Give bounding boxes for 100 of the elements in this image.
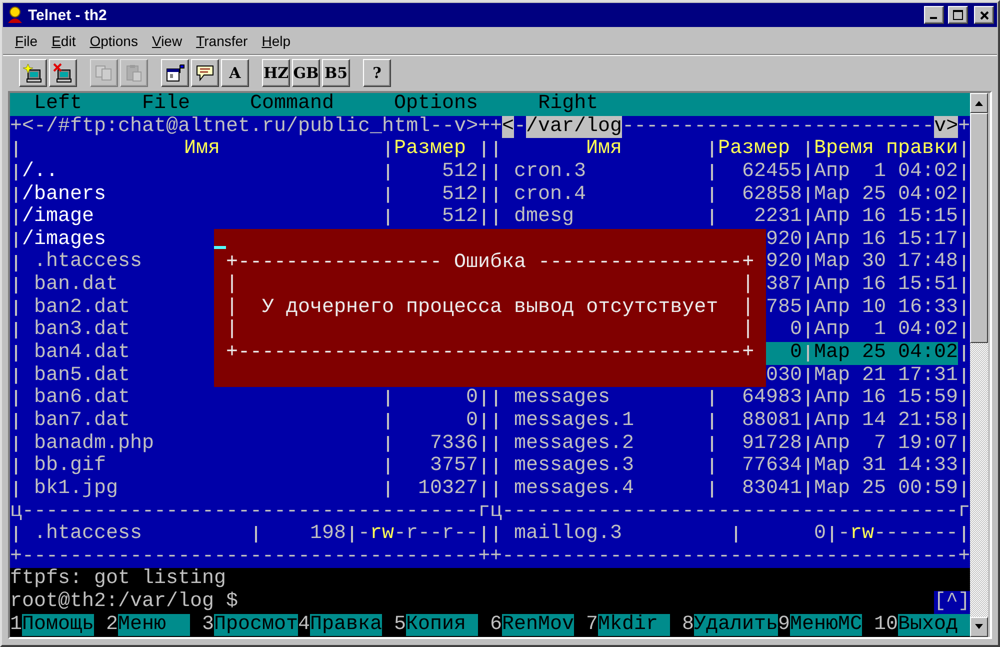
menu-item[interactable]: View [148,32,186,48]
key-number: 2 [106,614,118,636]
panel-title-text[interactable]: /var/log [526,116,622,138]
directory-name: /images [22,228,106,252]
permissions-text: rw [370,523,394,546]
panel-title-text[interactable]: < [502,116,514,138]
toolbar-button[interactable] [49,59,77,87]
function-key[interactable]: Меню [118,614,190,636]
dialog-border: +----------------- [226,252,442,274]
toolbar-button[interactable] [19,59,47,87]
toolbar-button[interactable]: GB [292,59,320,87]
file-size: 10327 [418,478,478,501]
function-key[interactable]: Помощь [22,614,94,636]
file-name: messages.2 [513,432,634,456]
permissions-text: rw [850,523,874,546]
menu-item[interactable]: Right [538,93,598,116]
status-file-size: 0 [814,523,826,546]
menu-item[interactable]: File [142,93,190,116]
file-size: 920 [766,228,802,252]
dialog-border: | [742,319,754,342]
status-file-name: .htaccess [33,523,142,546]
file-size: 512 [442,160,478,184]
file-size: 0 [466,387,478,410]
permissions-text: ------- [874,523,958,546]
minimize-button[interactable] [924,6,944,24]
user-icon [6,6,24,24]
file-name: bk1.jpg [33,478,118,501]
toolbar-button[interactable] [191,59,219,87]
scroll-up-button[interactable] [970,93,988,113]
column-header: Время правки [814,138,958,161]
file-date: Апр 1 04:02 [814,160,958,184]
file-name: messages.4 [513,478,634,501]
prompt-text: root@th2:/var/log $ [10,591,238,614]
toolbar-button[interactable]: B5 [322,59,350,87]
monitor-star-icon [23,63,43,83]
window-flag-icon [165,63,185,83]
file-date: Мар 25 04:02 [814,184,958,206]
function-key[interactable]: Просмот [214,614,298,636]
file-size: 88081 [742,410,802,433]
toolbar-button[interactable]: HZ [262,59,290,87]
file-name: messages.3 [513,455,634,478]
file-date: Мар 25 00:59 [814,478,958,501]
file-name: cron.4 [513,184,586,206]
file-size: 387 [766,274,802,297]
file-size: 83041 [742,478,802,501]
menu-item[interactable]: Help [258,32,295,48]
permissions-text: - [838,523,850,546]
menu-item[interactable]: Command [250,93,334,116]
close-button[interactable] [974,6,994,24]
menu-item[interactable]: Transfer [192,32,252,48]
key-number: 6 [490,614,502,636]
file-name: ban2.dat [33,296,130,320]
menu-item[interactable]: Left [34,93,82,116]
maximize-button[interactable] [948,6,968,24]
file-size: 91728 [742,432,802,456]
function-key[interactable]: Выход [898,614,970,636]
directory-name: /baners [22,184,106,206]
function-key[interactable]: Удалить [694,614,778,636]
panel-title-text: -------------------------- [622,116,934,138]
window-title: Telnet - th2 [28,6,108,24]
file-size: 2231 [754,206,802,229]
file-name: ban.dat [33,274,118,297]
function-key[interactable]: Копия [406,614,478,636]
toolbar-button[interactable]: A [221,59,249,87]
file-date: Мар 21 17:31 [814,364,958,388]
menu-item[interactable]: Edit [48,32,80,48]
toolbar-button[interactable]: ? [363,59,391,87]
panel-border: +--------------------------------------+ [10,546,490,568]
key-number: 7 [586,614,598,636]
file-size: 0 [790,342,802,365]
dialog-message: У дочернего процесса вывод отсутствует [262,296,718,320]
file-name: banadm.php [33,432,154,456]
panel-title-text: + [490,116,502,138]
maximize-icon [953,10,963,20]
key-number: 9 [778,614,790,636]
dialog-border: | [226,319,238,342]
toolbar-button[interactable] [161,59,189,87]
dialog-border: -----------------+ [538,252,754,274]
column-header: Имя [182,138,221,161]
menu-item[interactable]: Options [86,32,142,48]
permissions-text: -r--r-- [394,523,478,546]
function-key[interactable]: RenMov [502,614,574,636]
file-name: dmesg [513,206,574,229]
menu-item[interactable]: Options [394,93,478,116]
scroll-down-button[interactable] [970,616,988,637]
key-number: 10 [874,614,898,636]
panel-title-text: - [514,116,526,138]
file-size: 920 [766,251,802,274]
panel-title-text[interactable]: v> [934,116,958,138]
function-key[interactable]: Mkdir [598,614,670,636]
key-number: 8 [682,614,694,636]
file-name: ban3.dat [33,319,130,342]
function-key[interactable]: МенюMC [790,614,862,636]
status-file-size: 198 [310,523,346,546]
up-arrow-icon [975,100,983,106]
column-header: Размер [394,138,468,161]
function-key[interactable]: Правка [310,614,382,636]
console-text: ftpfs: got listing [10,568,226,592]
file-size: 512 [442,206,478,229]
menu-item[interactable]: File [11,32,42,48]
